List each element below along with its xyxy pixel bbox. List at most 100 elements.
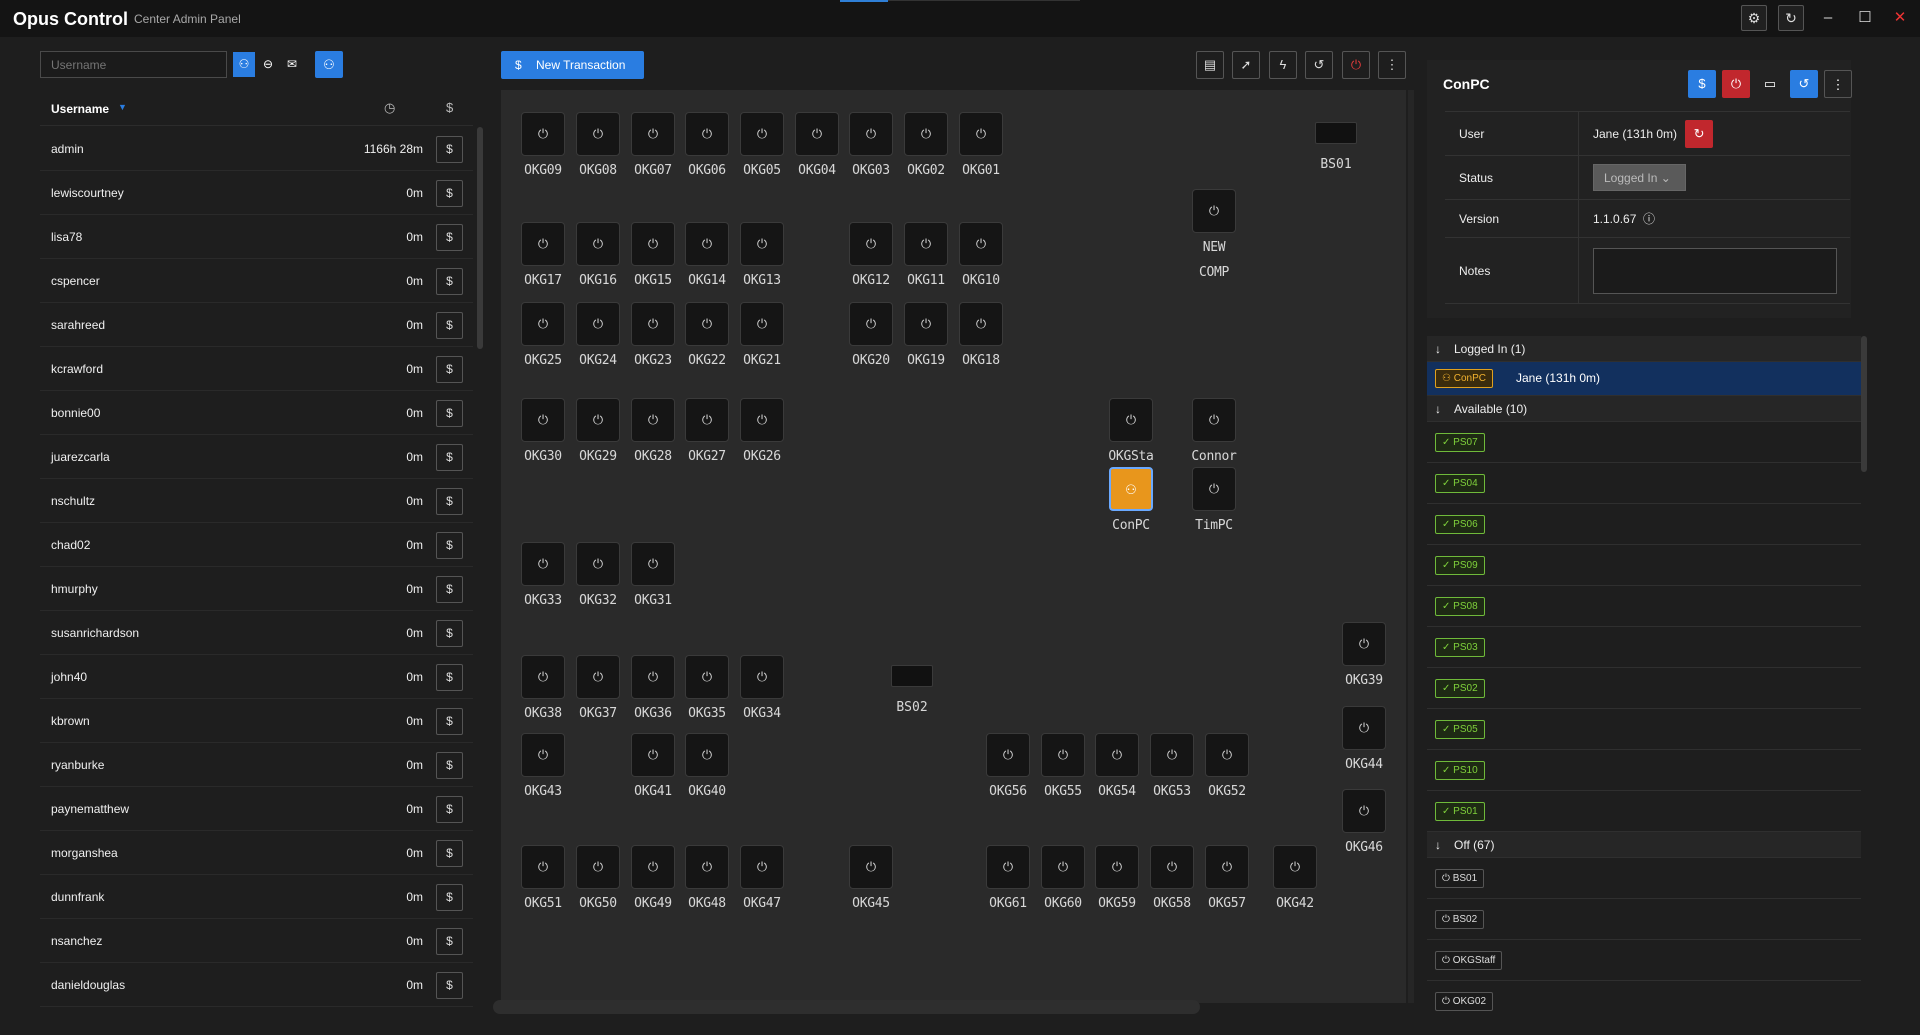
filter-mail-icon[interactable]: ✉ (281, 52, 303, 77)
monitor-icon[interactable]: ▭ (1756, 70, 1784, 98)
power-icon[interactable]: ⏻ (986, 845, 1030, 889)
coin-button[interactable]: $ (436, 576, 463, 603)
sort-down-icon[interactable]: ▼ (118, 102, 127, 112)
computer-tile[interactable]: ⏻ OKG56 (978, 733, 1038, 799)
power-icon[interactable]: ⏻ (1095, 733, 1139, 777)
list-item[interactable]: ✓ PS02 (1427, 668, 1861, 709)
power-icon[interactable]: ⏻ (959, 222, 1003, 266)
computer-tile[interactable]: ⏻ OKG59 (1087, 845, 1147, 911)
power-icon[interactable]: ⏻ (959, 302, 1003, 346)
power-icon[interactable]: ⏻ (904, 222, 948, 266)
computer-tile[interactable]: ⏻ OKG38 (513, 655, 573, 721)
computer-tile[interactable]: ⏻ OKG27 (677, 398, 737, 464)
computer-tile[interactable]: ⏻ OKG32 (568, 542, 628, 608)
list-item[interactable]: ✓ PS07 (1427, 422, 1861, 463)
power-icon[interactable]: ⏻ (576, 112, 620, 156)
coin-button[interactable]: $ (436, 708, 463, 735)
list-item[interactable]: ✓ PS06 (1427, 504, 1861, 545)
coin-button[interactable]: $ (436, 312, 463, 339)
minimize-button[interactable]: – (1810, 4, 1846, 32)
computer-tile[interactable]: ⏻ OKG46 (1334, 789, 1394, 855)
list-item[interactable]: ⏻ OKGStaff (1427, 940, 1861, 981)
username-column-header[interactable]: Username (51, 102, 109, 116)
computer-tile[interactable]: ⏻ OKG25 (513, 302, 573, 368)
user-row[interactable]: sarahreed 0m $ (40, 303, 473, 347)
map-vertical-scrollbar[interactable] (1408, 90, 1414, 1003)
computer-tile[interactable]: ⏻ OKG33 (513, 542, 573, 608)
computer-tile[interactable]: ⏻ TimPC (1184, 467, 1244, 533)
computer-tile[interactable]: ⏻ OKG44 (1334, 706, 1394, 772)
computer-tile[interactable]: ⏻ OKG02 (896, 112, 956, 178)
computer-tile[interactable]: ⏻ OKG37 (568, 655, 628, 721)
list-item[interactable]: ⏻ OKG02 (1427, 981, 1861, 1018)
computer-tile[interactable]: ⏻ OKG52 (1197, 733, 1257, 799)
computer-tile[interactable]: ⏻ OKG53 (1142, 733, 1202, 799)
list-item[interactable]: ✓ PS05 (1427, 709, 1861, 750)
coin-button[interactable]: $ (436, 532, 463, 559)
status-dropdown[interactable]: Logged In ⌄ (1593, 164, 1686, 191)
computer-tile[interactable]: ⏻ OKG31 (623, 542, 683, 608)
power-icon[interactable]: ⏻ (521, 302, 565, 346)
close-button[interactable]: ✕ (1882, 4, 1918, 32)
power-icon[interactable]: ⏻ (740, 845, 784, 889)
power-icon[interactable]: ⏻ (1205, 733, 1249, 777)
power-icon[interactable]: ⏻ (631, 542, 675, 586)
power-icon[interactable]: ⏻ (521, 112, 565, 156)
computer-tile[interactable]: ⏻ OKG42 (1265, 845, 1325, 911)
power-icon[interactable]: ⏻ (1192, 398, 1236, 442)
user-row[interactable]: dunnfrank 0m $ (40, 875, 473, 919)
user-row[interactable]: susanrichardson 0m $ (40, 611, 473, 655)
computer-tile[interactable]: ⏻ OKG24 (568, 302, 628, 368)
power-icon[interactable]: ⏻ (576, 302, 620, 346)
power-icon[interactable]: ⏻ (576, 542, 620, 586)
receipt-icon[interactable]: ▤ (1196, 51, 1224, 79)
gear-icon[interactable]: ⚙ (1741, 5, 1767, 31)
lightning-icon[interactable]: ϟ (1269, 51, 1297, 79)
computer-tile[interactable]: ⏻ OKG03 (841, 112, 901, 178)
power-icon[interactable]: ⏻ (521, 542, 565, 586)
coin-button[interactable]: $ (436, 180, 463, 207)
power-icon[interactable]: ⏻ (1342, 706, 1386, 750)
computer-tile[interactable]: ⏻ OKG43 (513, 733, 573, 799)
coin-icon[interactable]: $ (1688, 70, 1716, 98)
computer-tile[interactable]: ⏻ OKG09 (513, 112, 573, 178)
user-row[interactable]: morganshea 0m $ (40, 831, 473, 875)
computer-tile[interactable]: ⏻ OKG22 (677, 302, 737, 368)
rocket-icon[interactable]: ➚ (1232, 51, 1260, 79)
power-icon[interactable]: ⏻ (521, 655, 565, 699)
computer-tile[interactable]: ⏻ OKG10 (951, 222, 1011, 288)
user-row[interactable]: paynematthew 0m $ (40, 787, 473, 831)
power-icon[interactable]: ⏻ (740, 655, 784, 699)
computer-tile[interactable]: ⏻ OKG20 (841, 302, 901, 368)
power-icon[interactable]: ⏻ (904, 112, 948, 156)
power-icon[interactable]: ⏻ (631, 655, 675, 699)
computer-tile[interactable]: ⏻ OKG17 (513, 222, 573, 288)
computer-tile[interactable]: ⏻ OKG19 (896, 302, 956, 368)
power-icon[interactable]: ⏻ (904, 302, 948, 346)
list-item[interactable]: ✓ PS04 (1427, 463, 1861, 504)
computer-tile[interactable]: ⏻ OKG41 (623, 733, 683, 799)
power-icon[interactable]: ⏻ (685, 112, 729, 156)
power-icon[interactable]: ⏻ (849, 222, 893, 266)
list-item[interactable]: ✓ PS08 (1427, 586, 1861, 627)
power-icon[interactable]: ⏻ (740, 112, 784, 156)
computer-tile[interactable]: ⏻ OKG12 (841, 222, 901, 288)
power-icon[interactable]: ⏻ (1342, 789, 1386, 833)
coin-button[interactable]: $ (436, 752, 463, 779)
computer-tile[interactable]: ⏻ OKG06 (677, 112, 737, 178)
power-icon[interactable]: ⏻ (631, 302, 675, 346)
power-icon[interactable]: ⏻ (521, 398, 565, 442)
filter-circle-icon[interactable]: ⊖ (257, 52, 279, 77)
power-icon[interactable]: ⏻ (1150, 733, 1194, 777)
computer-tile[interactable]: ⏻ OKG07 (623, 112, 683, 178)
power-icon[interactable]: ⏻ (740, 222, 784, 266)
computer-tile[interactable]: ⏻ OKG57 (1197, 845, 1257, 911)
power-icon[interactable]: ⏻ (1041, 845, 1085, 889)
power-icon[interactable]: ⏻ (631, 845, 675, 889)
power-icon[interactable]: ⏻ (959, 112, 1003, 156)
user-row[interactable]: nschultz 0m $ (40, 479, 473, 523)
notes-input[interactable] (1593, 248, 1837, 294)
power-icon[interactable]: ⏻ (1342, 51, 1370, 79)
coin-button[interactable]: $ (436, 488, 463, 515)
user-row[interactable]: lisa78 0m $ (40, 215, 473, 259)
